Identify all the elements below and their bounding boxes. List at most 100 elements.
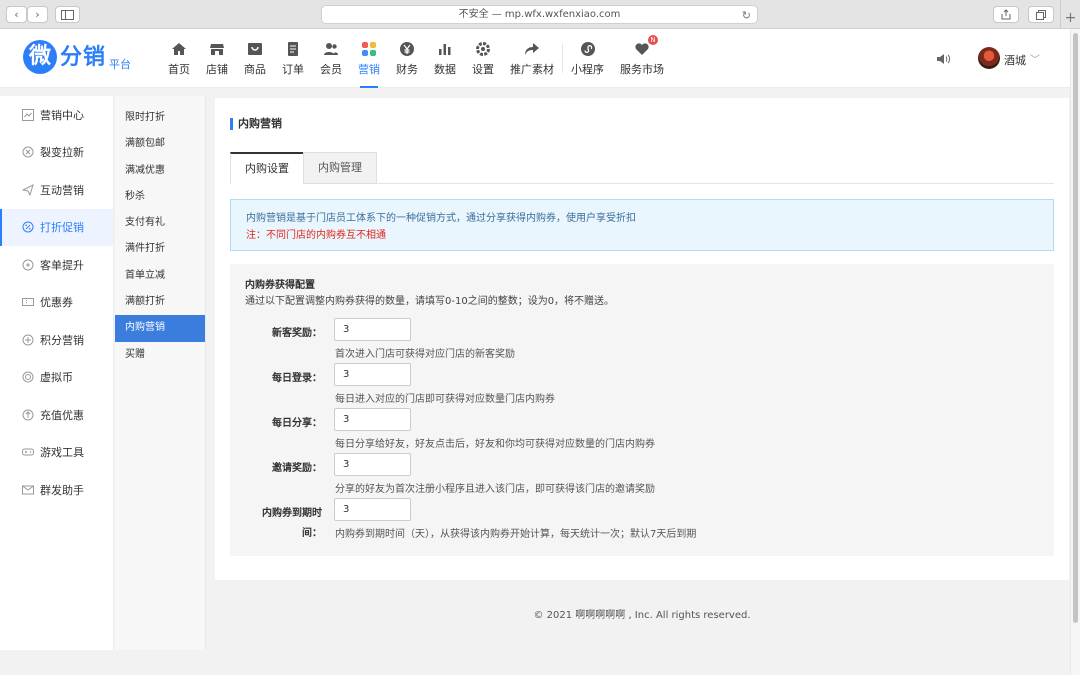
chart-icon: [22, 108, 34, 121]
notice-text: 内购营销是基于门店员工体系下的一种促销方式，通过分享获得内购券，使用户享受折扣: [246, 213, 636, 224]
browser-toolbar: ‹ › 不安全 — mp.wfx.wxfenxiao.com ↻ +: [0, 0, 1080, 29]
store-icon: [210, 43, 224, 55]
nav-service-market[interactable]: N 服务市场: [612, 29, 672, 88]
nav-marketing[interactable]: 营销: [350, 29, 388, 88]
app-header: 微 分销 平台 首页 店铺 商品 订单 会员 营销 财务 数据 设置 推广素材 …: [0, 29, 1070, 88]
side-item-marketing-center[interactable]: 营销中心: [0, 96, 113, 134]
side-item-interactive[interactable]: 互动营销: [0, 171, 113, 209]
sub-item-first-order[interactable]: 首单立减: [115, 263, 205, 289]
footer: © 2021 啊啊啊啊啊 , Inc. All rights reserved.: [533, 610, 751, 621]
fission-icon: [22, 146, 34, 158]
discount-icon: [22, 221, 34, 233]
sub-item-internal-purchase[interactable]: 内购营销: [115, 315, 205, 342]
goods-icon: [248, 42, 262, 55]
nav-order[interactable]: 订单: [274, 29, 312, 88]
sidebar-icon: [61, 10, 74, 20]
logo-sub: 平台: [109, 58, 132, 71]
side-menu: 营销中心 裂变拉新 互动营销 打折促销 客单提升 优惠券 积分营销 虚拟币 充值…: [0, 96, 114, 650]
home-icon: [172, 42, 186, 55]
coin-icon: [22, 371, 34, 383]
member-icon: [324, 42, 338, 55]
invite-reward-input[interactable]: [334, 453, 411, 476]
side-item-recharge[interactable]: 充值优惠: [0, 396, 113, 434]
side-item-game-tools[interactable]: 游戏工具: [0, 434, 113, 472]
forward-button[interactable]: ›: [27, 6, 48, 23]
nav-home[interactable]: 首页: [160, 29, 198, 88]
config-subheading: 通过以下配置调整内购券获得的数量，请填写0-10之间的整数；设为0，将不赠送。: [245, 296, 615, 307]
nav-miniprogram[interactable]: 小程序: [563, 29, 612, 88]
sub-item-flash-sale[interactable]: 秒杀: [115, 184, 205, 210]
logo-mark: 微: [23, 40, 57, 74]
speaker-icon[interactable]: [935, 51, 951, 67]
nav-data[interactable]: 数据: [426, 29, 464, 88]
sub-item-buy-gift[interactable]: 买赠: [115, 342, 205, 368]
share-button[interactable]: [993, 6, 1019, 23]
nav-member[interactable]: 会员: [312, 29, 350, 88]
tabs-button[interactable]: [1028, 6, 1054, 23]
expiry-input[interactable]: [334, 498, 411, 521]
recharge-icon: [22, 409, 34, 421]
side-item-points[interactable]: 积分营销: [0, 321, 113, 359]
points-icon: [22, 334, 34, 346]
url-text: 不安全 — mp.wfx.wxfenxiao.com: [458, 9, 621, 20]
sub-item-full-reduction[interactable]: 满减优惠: [115, 158, 205, 184]
side-item-order-lift[interactable]: 客单提升: [0, 246, 113, 284]
tab-internal-settings[interactable]: 内购设置: [230, 152, 304, 184]
marketing-icon: [362, 41, 376, 56]
chevron-down-icon[interactable]: ﹀: [1030, 51, 1040, 66]
user-name[interactable]: 酒城: [1004, 52, 1026, 68]
side-item-coupon[interactable]: 优惠券: [0, 284, 113, 322]
reload-icon[interactable]: ↻: [742, 7, 751, 24]
scrollbar[interactable]: [1070, 29, 1080, 675]
daily-share-input[interactable]: [334, 408, 411, 431]
miniprogram-icon: [580, 41, 595, 56]
mail-icon: [22, 485, 34, 495]
new-customer-input[interactable]: [334, 318, 411, 341]
sub-item-pay-gift[interactable]: 支付有礼: [115, 210, 205, 236]
main-content: 内购营销 内购设置 内购管理 内购营销是基于门店员工体系下的一种促销方式，通过分…: [215, 98, 1069, 580]
page-title: 内购营销: [230, 118, 282, 130]
finance-icon: [400, 41, 414, 56]
side-item-virtual-coin[interactable]: 虚拟币: [0, 359, 113, 397]
nav-promo-material[interactable]: 推广素材: [502, 29, 562, 88]
sub-item-free-shipping[interactable]: 满额包邮: [115, 131, 205, 157]
side-item-mass-message[interactable]: 群发助手: [0, 471, 113, 509]
new-tab-button[interactable]: +: [1060, 0, 1080, 29]
tab-bar: 内购设置 内购管理: [230, 152, 1054, 184]
coupon-config-panel: 内购券获得配置 通过以下配置调整内购券获得的数量，请填写0-10之间的整数；设为…: [230, 264, 1054, 556]
scrollbar-thumb[interactable]: [1073, 33, 1078, 623]
back-button[interactable]: ‹: [6, 6, 27, 23]
top-nav: 首页 店铺 商品 订单 会员 营销 财务 数据 设置 推广素材 小程序 N 服务…: [160, 29, 672, 88]
settings-icon: [476, 41, 490, 56]
lift-icon: [22, 259, 34, 271]
side-item-fission[interactable]: 裂变拉新: [0, 134, 113, 172]
nav-goods[interactable]: 商品: [236, 29, 274, 88]
logo-brand: 分销: [60, 45, 107, 70]
notice-warning: 注：不同门店的内购券互不相通: [246, 230, 386, 241]
daily-login-input[interactable]: [334, 363, 411, 386]
order-icon: [288, 41, 298, 56]
address-bar[interactable]: 不安全 — mp.wfx.wxfenxiao.com ↻: [321, 5, 758, 24]
tabs-icon: [1036, 10, 1046, 20]
config-heading: 内购券获得配置: [245, 280, 315, 291]
logo[interactable]: 微 分销 平台: [23, 40, 131, 74]
sub-item-amount-discount[interactable]: 满额打折: [115, 289, 205, 315]
avatar[interactable]: [978, 47, 1000, 69]
tab-internal-management[interactable]: 内购管理: [303, 152, 377, 184]
sub-menu: 限时打折 满额包邮 满减优惠 秒杀 支付有礼 满件打折 首单立减 满额打折 内购…: [115, 96, 206, 650]
sub-item-quantity-discount[interactable]: 满件打折: [115, 236, 205, 262]
new-badge: N: [648, 35, 658, 45]
nav-finance[interactable]: 财务: [388, 29, 426, 88]
coupon-icon: [22, 298, 34, 307]
nav-settings[interactable]: 设置: [464, 29, 502, 88]
nav-store[interactable]: 店铺: [198, 29, 236, 88]
gamepad-icon: [22, 448, 34, 456]
data-icon: [439, 43, 451, 55]
share-icon: [525, 42, 539, 55]
sub-item-limited-discount[interactable]: 限时打折: [115, 105, 205, 131]
share-icon: [1001, 9, 1011, 20]
info-notice: 内购营销是基于门店员工体系下的一种促销方式，通过分享获得内购券，使用户享受折扣 …: [230, 199, 1054, 251]
side-item-discount[interactable]: 打折促销: [0, 208, 113, 246]
sidebar-toggle-button[interactable]: [55, 6, 80, 23]
service-market-icon: [635, 42, 649, 55]
